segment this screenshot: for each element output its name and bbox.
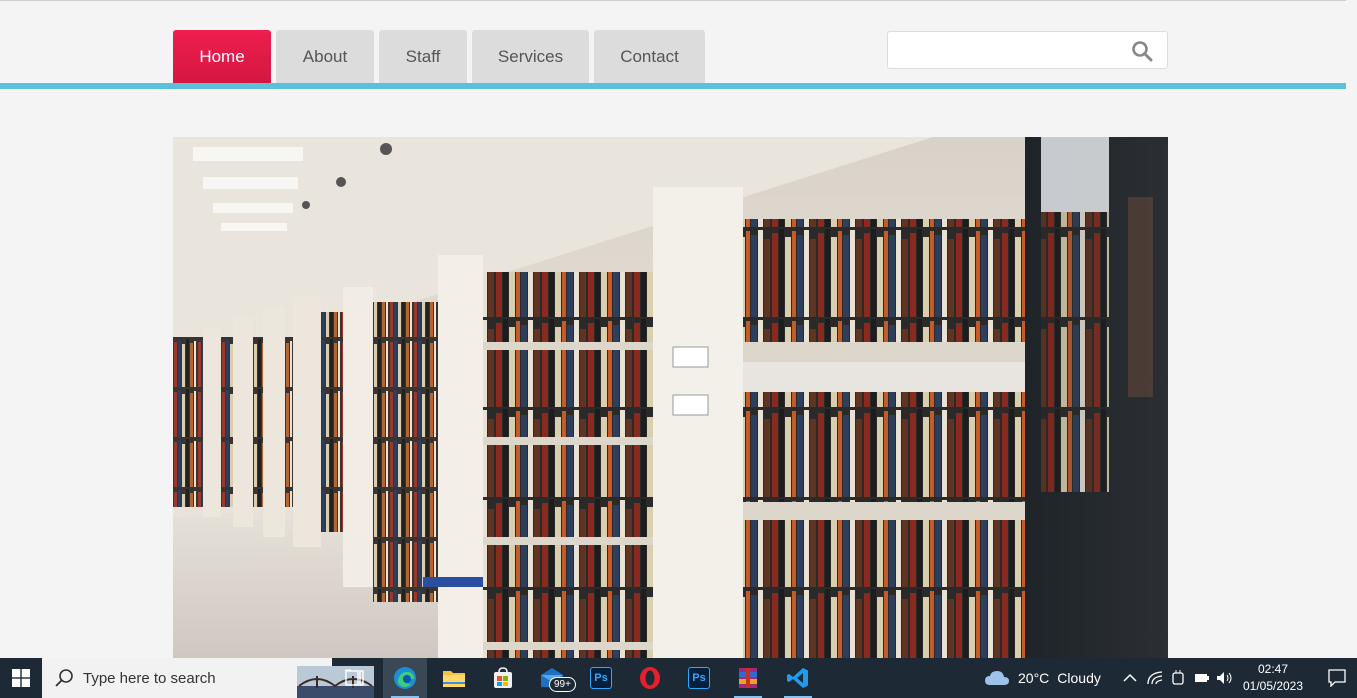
microsoft-store-icon[interactable] [481, 658, 525, 698]
vscode-icon[interactable] [776, 658, 820, 698]
main-nav: Home About Staff Services Contact [173, 30, 705, 83]
winrar-icon[interactable] [726, 658, 770, 698]
notification-center-icon[interactable] [1316, 658, 1357, 698]
show-hidden-icons-icon[interactable] [1118, 658, 1142, 698]
battery-icon[interactable] [1190, 658, 1214, 698]
hero-image [173, 137, 1168, 658]
taskbar-search-placeholder: Type here to search [83, 670, 216, 687]
nav-tab-services[interactable]: Services [472, 30, 589, 83]
cloud-icon [985, 671, 1009, 685]
mail-badge: 99+ [549, 677, 576, 692]
start-button[interactable] [0, 658, 42, 698]
taskbar: Type here to search 99+ Ps Ps 20°C Cloud… [0, 658, 1357, 698]
clock-time: 02:47 [1257, 662, 1289, 676]
taskbar-search[interactable]: Type here to search [42, 658, 374, 698]
search-box [887, 31, 1168, 69]
photoshop-icon[interactable]: Ps [677, 658, 721, 698]
opera-icon[interactable] [628, 658, 672, 698]
edge-icon[interactable] [383, 658, 427, 698]
photoshop-label: Ps [590, 667, 612, 689]
clock-date: 01/05/2023 [1242, 679, 1304, 693]
task-view-icon[interactable] [333, 658, 377, 698]
photoshop-icon[interactable]: Ps [579, 658, 623, 698]
weather-temp: 20°C [1018, 670, 1050, 686]
photoshop-label: Ps [688, 667, 710, 689]
weather-widget[interactable]: 20°C Cloudy [984, 658, 1101, 698]
file-explorer-icon[interactable] [432, 658, 476, 698]
search-input[interactable] [888, 32, 1118, 68]
taskbar-clock[interactable]: 02:47 01/05/2023 [1239, 661, 1307, 695]
volume-icon[interactable] [1213, 658, 1237, 698]
search-icon[interactable] [1131, 40, 1153, 62]
weather-condition: Cloudy [1057, 670, 1101, 686]
nav-tab-home[interactable]: Home [173, 30, 271, 83]
wifi-icon[interactable] [1143, 658, 1167, 698]
search-icon [55, 669, 73, 687]
nav-tab-about[interactable]: About [276, 30, 374, 83]
nav-tab-contact[interactable]: Contact [594, 30, 705, 83]
windows-logo-icon [12, 669, 30, 687]
browser-page: Home About Staff Services Contact [0, 0, 1346, 658]
nav-underline-bar [0, 83, 1346, 89]
battery-plug-icon[interactable] [1166, 658, 1190, 698]
nav-tab-staff[interactable]: Staff [379, 30, 467, 83]
